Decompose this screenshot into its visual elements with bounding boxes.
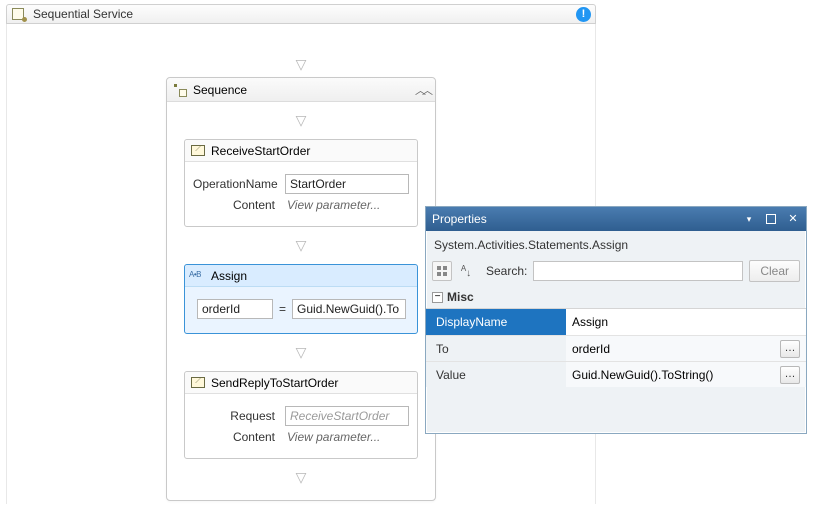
sendreply-title: SendReplyToStartOrder [211, 376, 338, 390]
drop-connector-icon[interactable]: ▽ [296, 469, 307, 486]
ellipsis-button[interactable] [780, 366, 800, 384]
drop-connector-icon[interactable]: ▽ [296, 112, 307, 129]
assign-activity[interactable]: Assign orderId = Guid.NewGuid().To [184, 264, 418, 334]
request-input[interactable]: ReceiveStartOrder [285, 406, 409, 426]
property-value: Assign [572, 315, 608, 329]
property-grid: DisplayName Assign To orderId Value Guid… [426, 308, 806, 387]
receive-header[interactable]: ReceiveStartOrder [185, 140, 417, 162]
sequential-service-icon [11, 6, 27, 22]
ellipsis-button[interactable] [780, 340, 800, 358]
alphabetical-sort-button[interactable] [458, 262, 476, 280]
property-name: Value [426, 362, 566, 387]
assign-title: Assign [211, 269, 247, 283]
property-name: To [426, 336, 566, 361]
reply-content-row: Content View parameter... [193, 430, 409, 444]
content-row: Content View parameter... [193, 198, 409, 212]
drop-connector-icon[interactable]: ▽ [296, 237, 307, 254]
properties-type-label: System.Activities.Statements.Assign [426, 231, 806, 258]
operation-name-label: OperationName [193, 177, 285, 191]
assign-body: orderId = Guid.NewGuid().To [185, 287, 417, 333]
sendreply-icon [191, 376, 205, 390]
sequence-icon [173, 83, 187, 97]
service-header[interactable]: Sequential Service ! [6, 4, 596, 24]
receive-body: OperationName StartOrder Content View pa… [185, 162, 417, 226]
search-input[interactable] [533, 261, 743, 281]
property-value-cell[interactable]: Assign [566, 309, 806, 335]
reply-view-parameter-link[interactable]: View parameter... [285, 430, 380, 444]
property-row-displayname[interactable]: DisplayName Assign [426, 309, 806, 335]
property-row-to[interactable]: To orderId [426, 335, 806, 361]
assign-row: orderId = Guid.NewGuid().To [193, 295, 409, 323]
assign-value-input[interactable]: Guid.NewGuid().To [292, 299, 406, 319]
sendreply-header[interactable]: SendReplyToStartOrder [185, 372, 417, 394]
validation-alert-icon[interactable]: ! [576, 7, 591, 22]
assign-icon [191, 269, 205, 283]
property-value-cell[interactable]: orderId [566, 336, 806, 361]
receive-title: ReceiveStartOrder [211, 144, 310, 158]
properties-toolbar: Search: Clear [426, 258, 806, 290]
operation-name-input[interactable]: StartOrder [285, 174, 409, 194]
categorized-button[interactable] [433, 262, 451, 280]
sendreply-body: Request ReceiveStartOrder Content View p… [185, 394, 417, 458]
request-label: Request [193, 409, 285, 423]
receive-activity[interactable]: ReceiveStartOrder OperationName StartOrd… [184, 139, 418, 227]
category-label: Misc [447, 290, 474, 304]
search-label: Search: [486, 264, 527, 278]
sequence-body[interactable]: ▽ ReceiveStartOrder OperationName StartO… [167, 102, 435, 500]
service-title: Sequential Service [33, 7, 133, 21]
request-row: Request ReceiveStartOrder [193, 406, 409, 426]
properties-title: Properties [432, 212, 487, 226]
maximize-icon[interactable] [764, 212, 778, 226]
assign-header[interactable]: Assign [185, 265, 417, 287]
receive-icon [191, 144, 205, 158]
close-icon[interactable] [786, 212, 800, 226]
view-mode-group [432, 261, 452, 281]
expand-collapse-icon[interactable]: − [432, 292, 443, 303]
sequence-activity[interactable]: Sequence ︿︿ ▽ ReceiveStartOrder Operatio… [166, 77, 436, 501]
view-parameter-link[interactable]: View parameter... [285, 198, 380, 212]
category-header[interactable]: − Misc [426, 290, 806, 308]
collapse-icon[interactable]: ︿︿ [415, 82, 429, 98]
property-value-cell[interactable]: Guid.NewGuid().ToString() [566, 362, 806, 387]
sequence-header[interactable]: Sequence ︿︿ [167, 78, 435, 102]
property-row-value[interactable]: Value Guid.NewGuid().ToString() [426, 361, 806, 387]
property-name: DisplayName [426, 309, 566, 335]
properties-titlebar[interactable]: Properties [426, 207, 806, 231]
clear-button[interactable]: Clear [749, 260, 800, 282]
drop-connector-icon[interactable]: ▽ [296, 344, 307, 361]
window-position-icon[interactable] [742, 212, 756, 226]
content-label: Content [193, 198, 285, 212]
equals-label: = [279, 302, 286, 316]
sequence-title: Sequence [193, 83, 247, 97]
properties-panel[interactable]: Properties System.Activities.Statements.… [425, 206, 807, 434]
reply-content-label: Content [193, 430, 285, 444]
operation-name-row: OperationName StartOrder [193, 174, 409, 194]
property-value: Guid.NewGuid().ToString() [572, 368, 713, 382]
drop-connector-icon[interactable]: ▽ [296, 56, 307, 73]
titlebar-icons [742, 212, 800, 226]
assign-to-input[interactable]: orderId [197, 299, 273, 319]
property-value: orderId [572, 342, 610, 356]
sendreply-activity[interactable]: SendReplyToStartOrder Request ReceiveSta… [184, 371, 418, 459]
